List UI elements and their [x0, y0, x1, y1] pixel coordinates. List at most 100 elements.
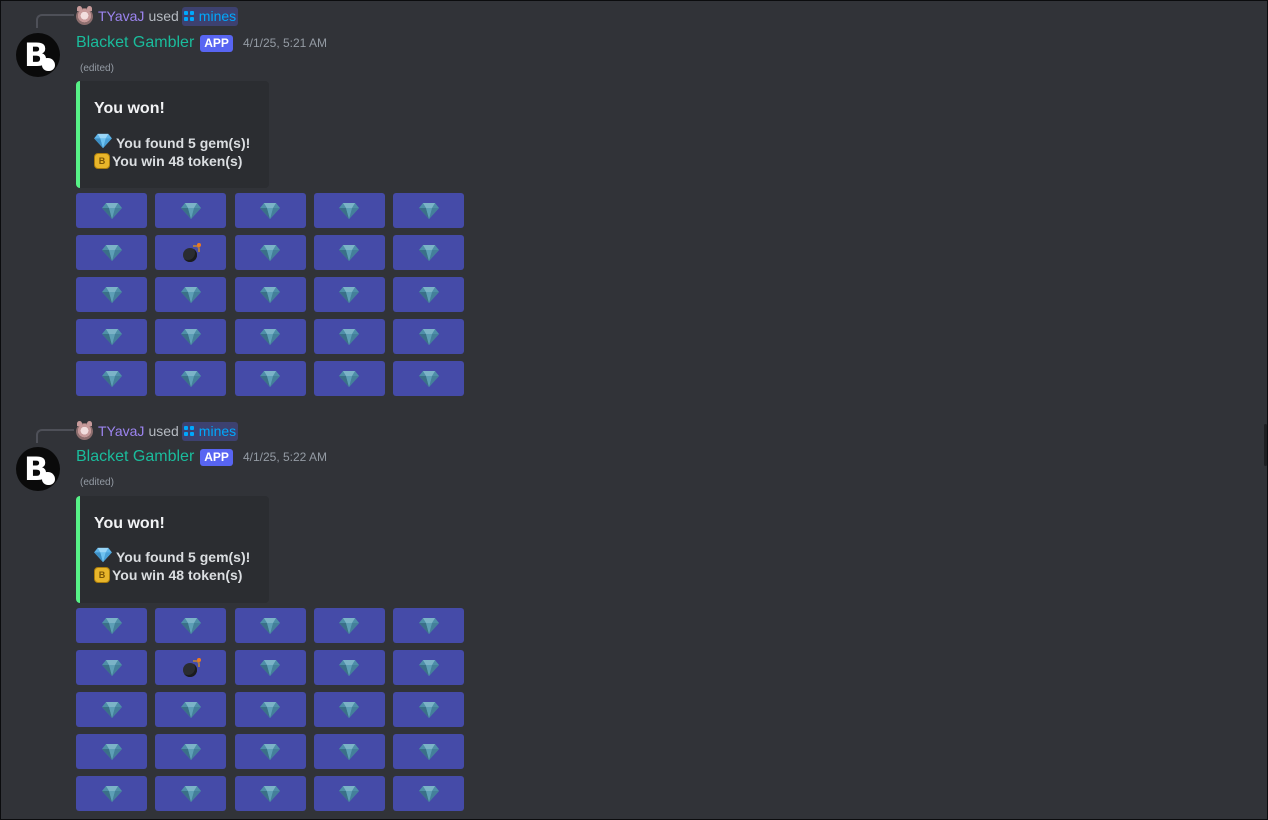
- mine-cell-button[interactable]: [155, 650, 227, 685]
- author-name[interactable]: Blacket Gambler: [76, 448, 194, 466]
- mine-cell-button[interactable]: [155, 692, 227, 727]
- mine-cell-button[interactable]: [234, 361, 306, 396]
- mine-cell-button[interactable]: [313, 776, 385, 811]
- mine-cell-button[interactable]: [234, 319, 306, 354]
- mine-cell-button[interactable]: [313, 361, 385, 396]
- mine-cell-button[interactable]: [155, 361, 227, 396]
- embed-title: You won!: [94, 515, 165, 532]
- gem-icon: [260, 617, 280, 635]
- mine-cell-button[interactable]: [155, 277, 227, 312]
- mine-cell-button[interactable]: [76, 734, 147, 769]
- mine-cell-button[interactable]: [393, 650, 464, 685]
- gem-icon: [339, 244, 360, 262]
- mine-cell-button[interactable]: [76, 235, 147, 270]
- gem-icon: [339, 617, 360, 635]
- gem-icon: [101, 785, 122, 803]
- mine-cell-button[interactable]: [76, 361, 147, 396]
- gem-icon: [339, 701, 360, 719]
- gem-icon: [339, 286, 360, 304]
- bot-avatar[interactable]: B: [16, 447, 60, 491]
- mine-cell-button[interactable]: [155, 319, 227, 354]
- mine-cell-button[interactable]: [393, 608, 464, 643]
- mine-cell-button[interactable]: [393, 319, 464, 354]
- gem-icon: [260, 785, 280, 803]
- gem-icon: [418, 659, 439, 677]
- mine-cell-button[interactable]: [313, 319, 385, 354]
- mine-cell-button[interactable]: [393, 692, 464, 727]
- gem-icon: [180, 370, 201, 388]
- reply-username[interactable]: TYavaJ: [98, 8, 144, 24]
- mine-cell-button[interactable]: [313, 277, 385, 312]
- mine-cell-button[interactable]: [313, 193, 385, 228]
- mine-cell-button[interactable]: [76, 692, 147, 727]
- reply-avatar[interactable]: [76, 420, 93, 440]
- gem-icon: [418, 785, 439, 803]
- bot-avatar[interactable]: B: [16, 33, 60, 77]
- mine-cell-button[interactable]: [313, 650, 385, 685]
- mine-cell-button[interactable]: [76, 776, 147, 811]
- mine-cell-button[interactable]: [234, 776, 306, 811]
- bomb-icon: [182, 657, 201, 677]
- message-header: Blacket Gambler APP 4/1/25, 5:22 AM: [76, 446, 327, 468]
- mine-cell-button[interactable]: [155, 734, 227, 769]
- gem-icon: [101, 701, 122, 719]
- gem-icon: [418, 328, 439, 346]
- mine-cell-button[interactable]: [234, 193, 306, 228]
- reply-context[interactable]: TYavaJ used mines: [76, 5, 239, 26]
- mine-cell-button[interactable]: [234, 235, 306, 270]
- embed-gems-text: You found 5 gem(s)!: [116, 548, 251, 565]
- mine-cell-button[interactable]: [393, 734, 464, 769]
- mine-cell-button[interactable]: [313, 608, 385, 643]
- embed-tokens-text: You win 48 token(s): [112, 153, 243, 169]
- mine-cell-button[interactable]: [313, 734, 385, 769]
- gem-icon: [260, 701, 280, 719]
- mine-cell-button[interactable]: [155, 193, 227, 228]
- mine-cell-button[interactable]: [76, 650, 147, 685]
- mine-cell-button[interactable]: [234, 277, 306, 312]
- mine-cell-button[interactable]: [393, 193, 464, 228]
- reply-used-text: used: [148, 8, 179, 24]
- mine-cell-button[interactable]: [76, 608, 147, 643]
- gem-icon: [418, 286, 439, 304]
- gem-icon: [418, 202, 439, 220]
- reply-connector: [36, 429, 74, 443]
- mine-cell-button[interactable]: [234, 692, 306, 727]
- reply-username[interactable]: TYavaJ: [98, 423, 144, 439]
- mine-cell-button[interactable]: [313, 235, 385, 270]
- reply-used-text: used: [148, 423, 179, 439]
- mine-cell-button[interactable]: [234, 734, 306, 769]
- reply-context[interactable]: TYavaJ used mines: [76, 420, 239, 441]
- gem-icon: [101, 370, 122, 388]
- mine-cell-button[interactable]: [234, 650, 306, 685]
- edited-label: (edited): [80, 477, 114, 488]
- mine-cell-button[interactable]: [393, 277, 464, 312]
- embed-tokens-line: B You win 48 token(s): [94, 567, 242, 583]
- mine-cell-button[interactable]: [76, 319, 147, 354]
- command-icon: [183, 10, 195, 22]
- mine-cell-button[interactable]: [155, 776, 227, 811]
- embed-gems-line: You found 5 gem(s)!: [94, 547, 250, 566]
- mine-cell-button[interactable]: [393, 361, 464, 396]
- mine-cell-button[interactable]: [393, 776, 464, 811]
- gem-icon: [101, 328, 122, 346]
- mine-cell-button[interactable]: [393, 235, 464, 270]
- reply-avatar[interactable]: [76, 5, 93, 25]
- gem-icon: [180, 286, 201, 304]
- scrollbar-thumb[interactable]: [1264, 424, 1267, 466]
- mine-cell-button[interactable]: [234, 608, 306, 643]
- embed-gems-text: You found 5 gem(s)!: [116, 134, 251, 151]
- gem-icon: [260, 202, 280, 220]
- gem-icon: [180, 202, 201, 220]
- mine-cell-button[interactable]: [155, 235, 227, 270]
- mine-cell-button[interactable]: [76, 277, 147, 312]
- mine-cell-button[interactable]: [313, 692, 385, 727]
- author-name[interactable]: Blacket Gambler: [76, 34, 194, 52]
- mine-cell-button[interactable]: [76, 193, 147, 228]
- command-mention[interactable]: mines: [181, 6, 239, 26]
- timestamp[interactable]: 4/1/25, 5:21 AM: [243, 36, 327, 50]
- timestamp[interactable]: 4/1/25, 5:22 AM: [243, 450, 327, 464]
- mine-cell-button[interactable]: [155, 608, 227, 643]
- app-badge: APP: [200, 34, 233, 52]
- gem-icon: [339, 202, 360, 220]
- command-mention[interactable]: mines: [181, 421, 239, 441]
